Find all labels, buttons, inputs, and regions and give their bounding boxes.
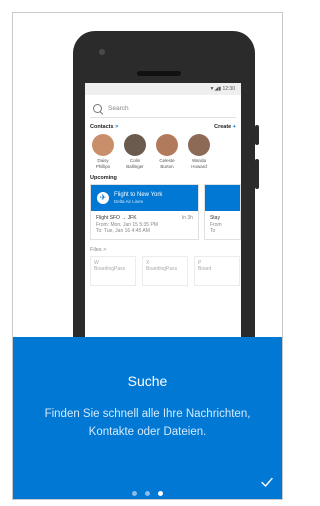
- flight-card-body: Flight SFO → JFK In 3h From: Mon, Jan 15…: [91, 211, 198, 239]
- airplane-icon: ✈: [97, 192, 109, 204]
- search-icon: [93, 103, 102, 113]
- avatar: [188, 134, 210, 156]
- page-indicator: [13, 491, 282, 496]
- plus-icon: +: [232, 124, 236, 130]
- file-name: Board: [198, 265, 212, 272]
- file-item: P Board: [194, 255, 240, 286]
- camera-icon: [99, 49, 105, 55]
- status-bar: ▼◢▮ 12:30: [85, 83, 241, 95]
- onboarding-frame: ▼◢▮ 12:30 Search Contacts > Create + Dai…: [12, 12, 283, 500]
- stay-to: To: [209, 228, 216, 234]
- status-time: 12:30: [222, 86, 235, 92]
- contact-last-name: Burton: [160, 163, 174, 169]
- files-label: Files >: [90, 246, 107, 253]
- phone-screen: ▼◢▮ 12:30 Search Contacts > Create + Dai…: [85, 83, 241, 337]
- contacts-label: Contacts: [90, 124, 114, 130]
- volume-button: [255, 125, 259, 145]
- onboarding-panel: Suche Finden Sie schnell alle Ihre Nachr…: [13, 337, 282, 499]
- contact-item: Colin Ballinger: [122, 134, 148, 169]
- contact-last-name: Phillips: [95, 163, 111, 169]
- stay-card-body: Stay From To: [205, 211, 240, 239]
- upcoming-label: Upcoming: [90, 175, 117, 181]
- contact-item: Wanda Howard: [186, 134, 212, 169]
- contact-last-name: Howard: [191, 163, 207, 169]
- avatar: [124, 134, 146, 156]
- stay-card: Stay From To: [203, 184, 241, 240]
- files-row: W BoardingPass X BoardingPass P Board: [85, 255, 241, 286]
- upcoming-cards: ✈ Flight to New York Delta Air Lines Fli…: [85, 184, 241, 240]
- contacts-row: Daisy Phillips Colin Ballinger Celeste B…: [85, 130, 241, 169]
- flight-airline: Delta Air Lines: [114, 199, 144, 204]
- create-label: Create: [214, 124, 232, 130]
- file-item: X BoardingPass: [142, 255, 188, 286]
- file-name: BoardingPass: [146, 265, 178, 272]
- chevron-right-icon: >: [115, 124, 119, 130]
- flight-card-header: ✈ Flight to New York Delta Air Lines: [91, 185, 198, 211]
- power-button: [255, 159, 259, 189]
- flight-card: ✈ Flight to New York Delta Air Lines Fli…: [90, 184, 199, 240]
- flight-to: To: Tue, Jan 16 4:45 AM: [96, 228, 150, 234]
- signal-icon: ▼◢▮: [209, 86, 223, 92]
- contact-last-name: Ballinger: [126, 163, 144, 169]
- speaker-icon: [137, 71, 181, 76]
- contact-item: Daisy Phillips: [90, 134, 116, 169]
- file-name: BoardingPass: [94, 265, 126, 272]
- avatar: [156, 134, 178, 156]
- file-item: W BoardingPass: [90, 255, 136, 286]
- flight-duration: In 3h: [181, 215, 193, 221]
- avatar: [92, 134, 114, 156]
- stay-card-header: [204, 185, 240, 211]
- page-title: Suche: [127, 373, 168, 389]
- done-check-icon[interactable]: [260, 475, 274, 489]
- page-description: Finden Sie schnell alle Ihre Nachrichten…: [44, 408, 251, 438]
- page-dot-active[interactable]: [158, 491, 163, 496]
- search-placeholder: Search: [108, 104, 129, 112]
- flight-title: Flight to New York: [114, 192, 163, 198]
- page-dot[interactable]: [145, 491, 150, 496]
- contact-item: Celeste Burton: [154, 134, 180, 169]
- flight-route: Flight SFO → JFK: [96, 215, 137, 221]
- phone-illustration: ▼◢▮ 12:30 Search Contacts > Create + Dai…: [13, 13, 282, 337]
- search-bar: Search: [90, 99, 236, 118]
- page-dot[interactable]: [132, 491, 137, 496]
